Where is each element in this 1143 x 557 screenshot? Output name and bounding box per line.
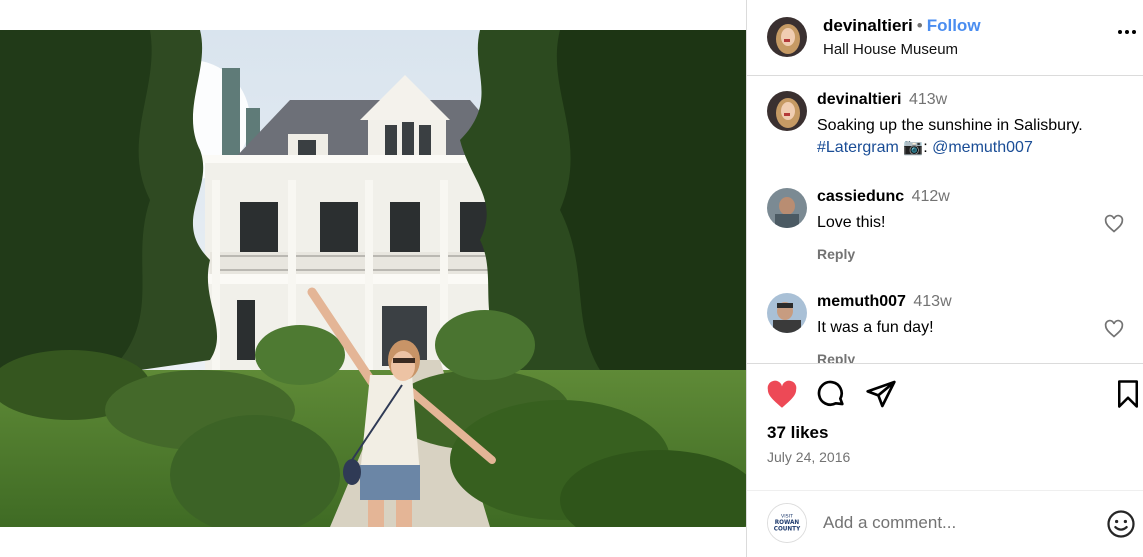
post-header: devinaltieri • Follow Hall House Museum [747,0,1143,76]
comment-header: cassiedunc 412w [817,188,950,206]
follow-button[interactable]: Follow [927,16,981,35]
author-avatar[interactable] [767,17,807,57]
svg-text:ROWAN: ROWAN [775,520,800,526]
caption-time: 413w [908,91,948,108]
caption-body: Soaking up the sunshine in Salisbury. [817,117,1083,134]
share-icon[interactable] [865,378,899,412]
commenter-avatar[interactable] [767,188,807,228]
commenter-avatar[interactable] [767,293,807,333]
add-comment-bar: VISIT ROWAN COUNTY [747,490,1143,557]
caption-text: Soaking up the sunshine in Salisbury. #L… [817,115,1127,159]
comment-header: memuth007 413w [817,293,952,311]
caption-header: devinaltieri 413w [817,91,947,109]
caption-avatar[interactable] [767,91,807,131]
header-line: devinaltieri • Follow [823,16,981,36]
viewer-avatar: VISIT ROWAN COUNTY [767,503,807,543]
more-horizontal-icon[interactable] [1116,22,1138,42]
comment-icon[interactable] [815,378,849,412]
reply-button[interactable]: Reply [817,351,855,363]
caption-colon: : [923,139,928,156]
comment-text: Love this! [817,214,886,231]
post-location[interactable]: Hall House Museum [823,41,958,58]
separator-dot: • [916,16,923,35]
mention-link[interactable]: @memuth007 [932,139,1033,156]
comment-text: It was a fun day! [817,319,934,336]
like-comment-heart-icon[interactable] [1104,319,1124,339]
post-photo[interactable] [0,30,746,527]
reply-button[interactable]: Reply [817,246,855,262]
comment-time: 412w [911,188,950,205]
likes-count[interactable]: 37 likes [767,423,828,443]
svg-text:COUNTY: COUNTY [774,527,801,533]
commenter-username[interactable]: memuth007 [817,293,906,310]
action-bar [747,378,1143,414]
bookmark-icon[interactable] [1113,378,1143,412]
post-date: July 24, 2016 [767,449,851,465]
post-sidebar: devinaltieri • Follow Hall House Museum de… [746,0,1143,557]
emoji-icon[interactable] [1106,509,1136,539]
heart-filled-icon[interactable] [765,378,799,412]
caption-username[interactable]: devinaltieri [817,91,901,108]
like-comment-heart-icon[interactable] [1104,214,1124,234]
camera-emoji: 📷 [903,139,924,156]
commenter-username[interactable]: cassiedunc [817,188,904,205]
comments-section[interactable]: devinaltieri 413w Soaking up the sunshin… [747,76,1143,364]
comment-time: 413w [913,293,952,310]
post-photo-image [0,30,746,527]
hashtag-link[interactable]: #Latergram [817,139,899,156]
comment-input[interactable] [823,511,1083,535]
author-username[interactable]: devinaltieri [823,16,913,35]
svg-text:VISIT: VISIT [781,513,793,519]
